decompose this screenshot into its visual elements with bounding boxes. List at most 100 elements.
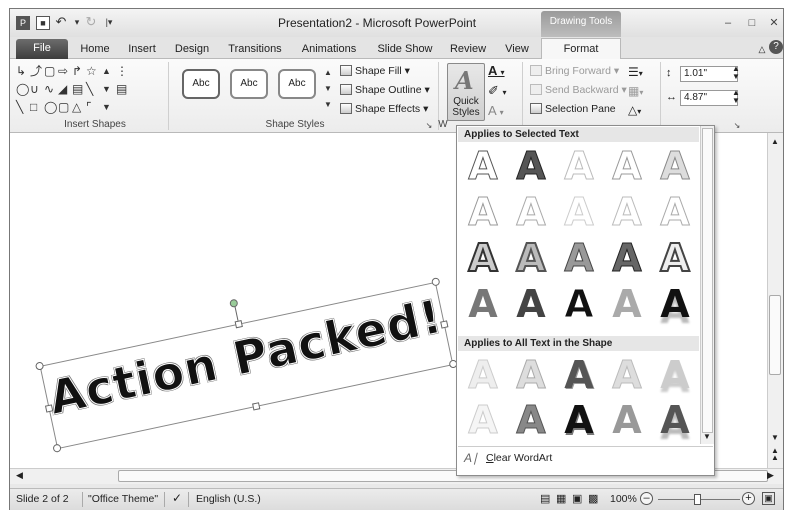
wordart-style-all-4[interactable]: A <box>607 355 647 396</box>
zoom-level[interactable]: 100% <box>610 493 637 505</box>
zoom-slider-thumb[interactable] <box>694 494 701 505</box>
spell-check-icon[interactable]: ✓ <box>172 491 182 505</box>
resize-handle[interactable] <box>234 320 243 329</box>
shape-style-2[interactable]: Abc <box>230 69 268 99</box>
wordart-style-all-8[interactable]: A <box>559 400 599 440</box>
vertical-scrollbar[interactable]: ▲ ▼ ▲ ▲ <box>767 133 783 468</box>
tab-format[interactable]: Format <box>541 38 621 60</box>
line-icon[interactable]: ╲ <box>86 83 93 95</box>
close-button[interactable]: ✕ <box>765 15 783 31</box>
shape-style-1[interactable]: Abc <box>182 69 220 99</box>
powerpoint-app-icon[interactable]: P <box>16 16 30 30</box>
rounded-rectangle-icon[interactable]: ▢ <box>44 65 55 77</box>
wordart-style-selected-20[interactable]: A <box>655 284 695 324</box>
clear-wordart-button[interactable]: A∣ Clear WordArt <box>458 446 713 468</box>
send-backward-button[interactable]: Send Backward ▾ <box>530 84 627 96</box>
wordart-style-selected-9[interactable]: A <box>607 192 647 233</box>
oval-icon[interactable]: ◯ <box>44 101 57 113</box>
undo-dropdown-icon[interactable]: ▾ <box>70 16 84 30</box>
zoom-in-icon[interactable]: + <box>742 492 755 505</box>
elbow-line-icon[interactable]: ⌜ <box>86 101 92 113</box>
group-objects-icon[interactable]: ▦▾ <box>628 84 643 98</box>
wordart-style-selected-4[interactable]: A <box>607 146 647 187</box>
wordart-style-all-5[interactable]: A <box>655 355 695 395</box>
gallery-scroll-thumb[interactable] <box>702 128 713 433</box>
curved-connector-icon[interactable]: ⤴ <box>30 65 42 77</box>
wordart-style-selected-7[interactable]: A <box>511 192 551 233</box>
edit-shape-icon[interactable]: ⋮ <box>116 65 128 77</box>
height-spinner-icon[interactable]: ▲ ▼ <box>732 65 740 81</box>
normal-view-icon[interactable]: ▤ <box>540 492 550 505</box>
rotation-handle[interactable] <box>229 298 239 309</box>
resize-handle[interactable] <box>34 361 45 371</box>
slide-sorter-icon[interactable]: ▦ <box>556 492 566 505</box>
shape-width-field[interactable]: 4.87" <box>680 90 738 106</box>
wordart-style-all-7[interactable]: A <box>511 400 551 441</box>
star-shape-icon[interactable]: ☆ <box>86 65 97 77</box>
wordart-style-selected-18[interactable]: A <box>559 284 599 325</box>
wordart-style-all-6[interactable]: A <box>463 400 503 441</box>
previous-slide-icon[interactable]: ▲ ▲ <box>771 447 779 462</box>
draw-text-box-icon[interactable]: ▤ <box>116 83 127 95</box>
undo-icon[interactable]: ↶ <box>54 15 68 30</box>
wordart-style-all-10[interactable]: A <box>655 400 695 440</box>
save-icon[interactable]: ■ <box>36 16 50 30</box>
shape-height-field[interactable]: 1.01" <box>680 66 738 82</box>
wordart-style-all-2[interactable]: A <box>511 355 551 396</box>
resize-handle[interactable] <box>430 277 441 287</box>
customize-qat-icon[interactable]: |▾ <box>102 16 116 30</box>
wordart-style-selected-6[interactable]: A <box>463 192 503 233</box>
slide-show-icon[interactable]: ▩ <box>588 492 598 505</box>
rounded-box-icon[interactable]: ▢ <box>58 101 69 113</box>
wordart-style-selected-1[interactable]: A <box>463 146 503 187</box>
rectangle-icon[interactable]: □ <box>30 101 37 113</box>
styles-scroll-down-icon[interactable]: ▼ <box>324 83 332 95</box>
text-outline-icon[interactable]: ✐ ▾ <box>488 83 507 99</box>
wordart-style-selected-3[interactable]: A <box>559 146 599 187</box>
tab-file[interactable]: File <box>16 39 68 59</box>
triangle-icon[interactable]: △ <box>72 101 81 113</box>
tab-animations[interactable]: Animations <box>296 41 362 59</box>
styles-more-icon[interactable]: ▼ <box>324 99 332 111</box>
wordart-style-selected-11[interactable]: A <box>463 237 503 279</box>
minimize-button[interactable]: – <box>719 15 737 31</box>
wordart-style-selected-8[interactable]: A <box>559 192 599 233</box>
bent-arrow-icon[interactable]: ↱ <box>72 65 82 77</box>
scroll-thumb[interactable] <box>769 295 781 375</box>
text-effects-icon[interactable]: A ▾ <box>488 103 504 118</box>
text-box-icon[interactable]: ▤ <box>72 83 83 95</box>
bring-forward-button[interactable]: Bring Forward ▾ <box>530 65 619 77</box>
shape-outline-button[interactable]: Shape Outline ▾ <box>340 84 430 96</box>
width-spinner-icon[interactable]: ▲ ▼ <box>732 89 740 105</box>
wordart-style-selected-12[interactable]: A <box>511 237 551 279</box>
scroll-right-icon[interactable]: ▶ <box>767 470 774 481</box>
resize-handle[interactable] <box>44 404 54 413</box>
selection-pane-button[interactable]: Selection Pane <box>530 103 616 115</box>
wordart-shape[interactable]: Action Packed! <box>34 277 458 453</box>
text-fill-icon[interactable]: A ▾ <box>488 63 505 78</box>
wordart-style-selected-14[interactable]: A <box>607 238 647 279</box>
resize-handle[interactable] <box>52 443 62 453</box>
diagonal-line-icon[interactable]: ╲ <box>16 101 23 113</box>
tab-review[interactable]: Review <box>446 41 490 59</box>
wordart-style-selected-10[interactable]: A <box>655 192 695 233</box>
language-indicator[interactable]: English (U.S.) <box>196 493 261 505</box>
shape-style-3[interactable]: Abc <box>278 69 316 99</box>
quick-styles-button[interactable]: A Quick Styles <box>447 63 485 121</box>
wordart-style-selected-13[interactable]: A <box>559 238 599 279</box>
wordart-text[interactable]: Action Packed! <box>42 288 449 425</box>
right-triangle-icon[interactable]: ◢ <box>58 83 67 95</box>
scroll-left-icon[interactable]: ◀ <box>16 470 23 481</box>
shapes-scroll-up-icon[interactable]: ▲ <box>102 65 111 77</box>
scroll-down-icon[interactable]: ▼ <box>771 433 779 442</box>
resize-handle[interactable] <box>252 402 261 411</box>
wordart-style-selected-17[interactable]: A <box>511 284 551 324</box>
tab-design[interactable]: Design <box>170 41 214 59</box>
wordart-style-selected-15[interactable]: A <box>655 237 695 279</box>
shape-styles-launcher-icon[interactable]: ↘ <box>424 121 434 130</box>
tab-slide-show[interactable]: Slide Show <box>372 41 438 59</box>
size-launcher-icon[interactable]: ↘ <box>732 121 742 130</box>
right-arrow-shape-icon[interactable]: ⇨ <box>58 65 68 77</box>
wordart-style-selected-5[interactable]: A <box>655 146 695 187</box>
tab-view[interactable]: View <box>498 41 536 59</box>
